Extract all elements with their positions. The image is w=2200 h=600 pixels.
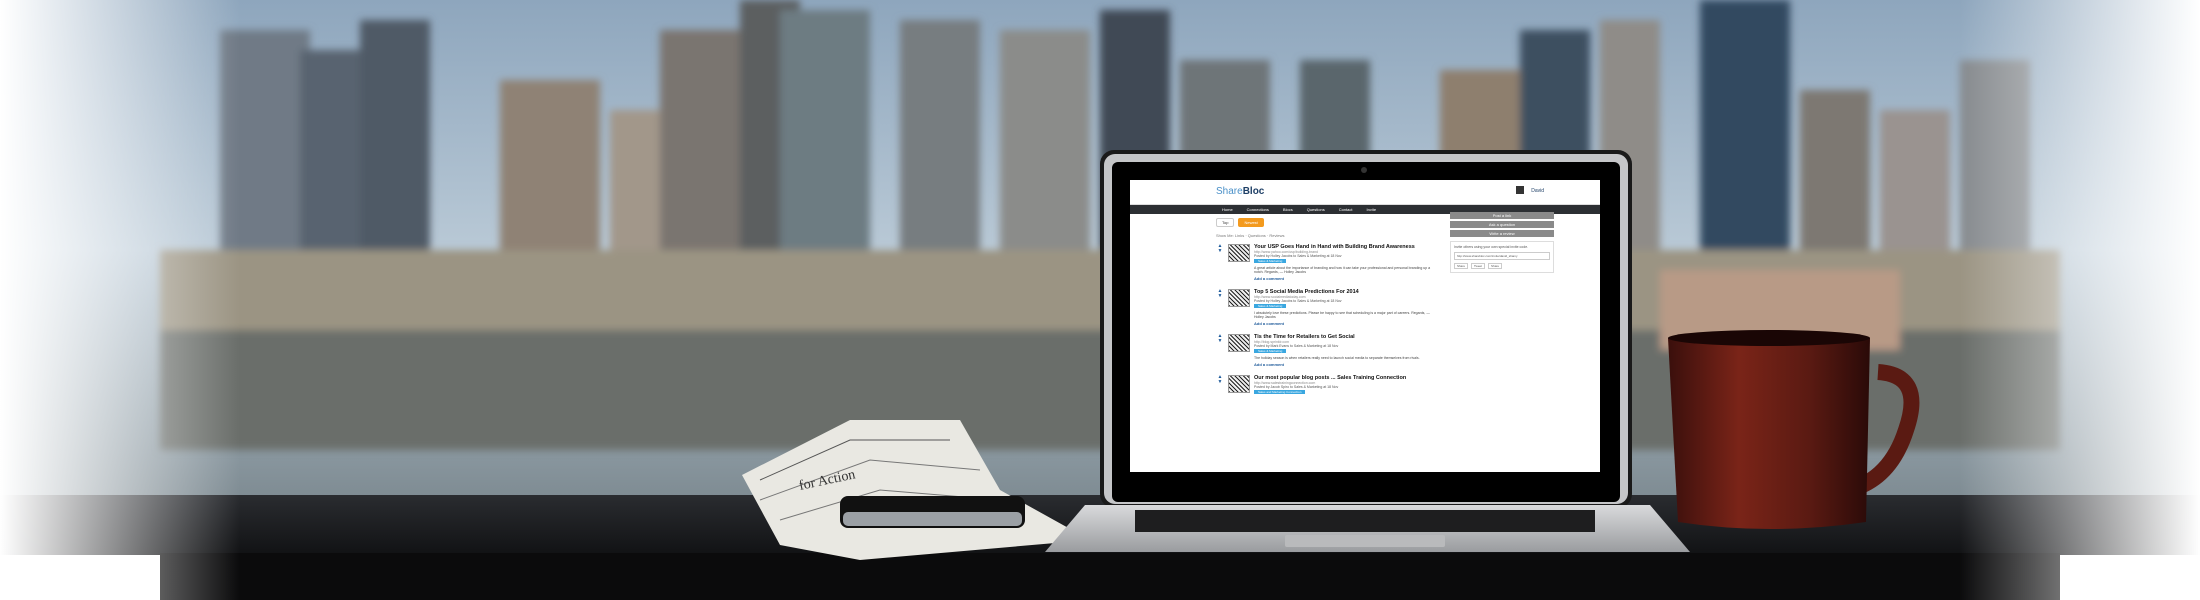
nav-item-home[interactable]: Home bbox=[1215, 205, 1240, 214]
laptop-screen: ShareBloc David Home Connections Blocs Q… bbox=[1130, 180, 1600, 472]
post-text: I absolutely love these predictions. Ple… bbox=[1254, 311, 1430, 319]
post-tag[interactable]: Sales & Marketing bbox=[1254, 259, 1287, 263]
feed-post: ▲ ▼ Our most popular blog posts ... Sales… bbox=[1216, 375, 1438, 395]
add-comment-link[interactable]: Add a comment bbox=[1254, 321, 1438, 326]
smartphone bbox=[840, 496, 1025, 528]
write-review-button[interactable]: Write a review bbox=[1450, 230, 1554, 237]
post-meta: Posted by Jacob Spiro to Sales & Marketi… bbox=[1254, 385, 1339, 389]
vote-control[interactable]: ▲ ▼ bbox=[1216, 244, 1224, 281]
post-text: The holiday season is when retailers rea… bbox=[1254, 356, 1420, 360]
post-tag[interactable]: Sales & Marketing bbox=[1254, 349, 1287, 353]
post-meta: Posted by Mark Evans to Sales & Marketin… bbox=[1254, 344, 1339, 348]
invite-box: Invite others using your own special inv… bbox=[1450, 241, 1554, 273]
show-me-filter[interactable]: Show Me: Links · Questions · Reviews bbox=[1216, 233, 1438, 238]
ask-question-button[interactable]: Ask a question bbox=[1450, 221, 1554, 228]
invite-text: Invite others using your own special inv… bbox=[1454, 245, 1529, 249]
add-comment-link[interactable]: Add a comment bbox=[1254, 276, 1438, 281]
add-comment-link[interactable]: Add a comment bbox=[1254, 362, 1438, 367]
post-meta: Posted by Holley Jacobs to Sales & Marke… bbox=[1254, 254, 1342, 258]
post-thumbnail[interactable] bbox=[1228, 244, 1250, 262]
vote-control[interactable]: ▲ ▼ bbox=[1216, 375, 1224, 395]
sharebloc-header: ShareBloc David bbox=[1130, 180, 1600, 205]
nav-item-contact[interactable]: Contact bbox=[1332, 205, 1360, 214]
linkedin-share-button[interactable]: Share bbox=[1488, 263, 1503, 269]
social-buttons: Share Tweet Share bbox=[1454, 263, 1550, 269]
post-thumbnail[interactable] bbox=[1228, 334, 1250, 352]
post-text: A great article about the importance of … bbox=[1254, 266, 1431, 274]
feed-post: ▲ ▼ Top 5 Social Media Predictions For 20… bbox=[1216, 289, 1438, 327]
feed-post: ▲ ▼ Tis the Time for Retailers to Get Soc… bbox=[1216, 334, 1438, 368]
sort-toggle: Top Newest bbox=[1216, 218, 1438, 227]
sort-newest-button[interactable]: Newest bbox=[1238, 218, 1264, 227]
post-thumbnail[interactable] bbox=[1228, 289, 1250, 307]
nav-item-invite[interactable]: Invite bbox=[1360, 205, 1384, 214]
share-button[interactable]: Share bbox=[1454, 263, 1469, 269]
post-tag[interactable]: Sales & Marketing bbox=[1254, 304, 1287, 308]
photo-scene: for Action ShareBloc David Home Connecti… bbox=[0, 0, 2200, 600]
logo-bloc: Bloc bbox=[1242, 186, 1265, 197]
feed: Top Newest Show Me: Links · Questions · … bbox=[1216, 218, 1438, 403]
nav-item-blocs[interactable]: Blocs bbox=[1276, 205, 1300, 214]
vote-control[interactable]: ▲ ▼ bbox=[1216, 334, 1224, 367]
user-name[interactable]: David bbox=[1531, 188, 1544, 194]
post-tag[interactable]: Sales and Marketing Connection bbox=[1254, 390, 1306, 394]
post-link-button[interactable]: Post a link bbox=[1450, 212, 1554, 219]
invite-url-field[interactable]: http://www.sharebloc.com/invite/david_sh… bbox=[1454, 252, 1550, 260]
post-meta: Posted by Holley Jacobs to Sales & Marke… bbox=[1254, 299, 1342, 303]
nav-item-questions[interactable]: Questions bbox=[1300, 205, 1332, 214]
sort-top-button[interactable]: Top bbox=[1216, 218, 1235, 227]
post-thumbnail[interactable] bbox=[1228, 375, 1250, 393]
nav-item-connections[interactable]: Connections bbox=[1240, 205, 1276, 214]
tweet-button[interactable]: Tweet bbox=[1471, 263, 1486, 269]
vote-control[interactable]: ▲ ▼ bbox=[1216, 289, 1224, 326]
logo-share: Share bbox=[1216, 186, 1243, 197]
sidebar: Post a link Ask a question Write a revie… bbox=[1450, 212, 1554, 273]
sharebloc-logo[interactable]: ShareBloc bbox=[1216, 186, 1264, 197]
background-photo: for Action bbox=[0, 0, 2200, 600]
avatar[interactable] bbox=[1516, 186, 1524, 194]
feed-post: ▲ ▼ Your USP Goes Hand in Hand with Build… bbox=[1216, 244, 1438, 282]
